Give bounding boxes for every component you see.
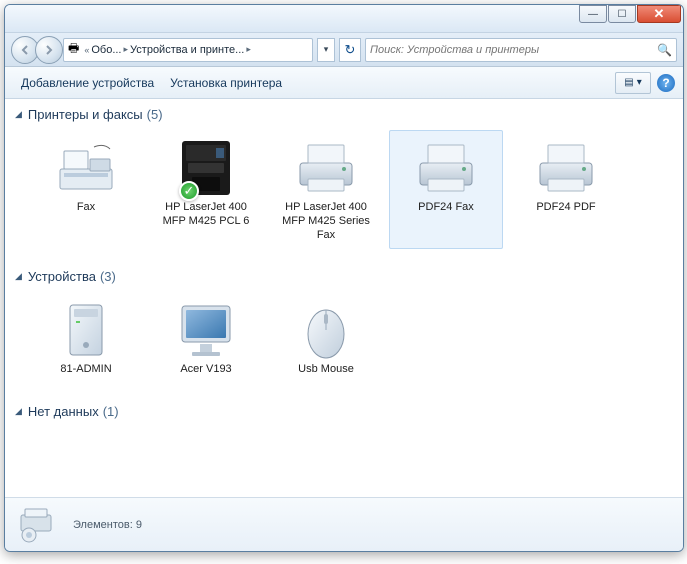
chevron-down-icon: ▾ (637, 77, 642, 88)
group-items: 81-ADMIN Acer V193 Usb Mouse (5, 288, 667, 388)
group-count: (1) (103, 404, 119, 419)
maximize-button[interactable]: ☐ (608, 5, 636, 23)
pc-icon (51, 299, 121, 361)
device-label: Usb Mouse (298, 363, 354, 377)
search-icon[interactable]: 🔍 (657, 43, 672, 57)
breadcrumb-current[interactable]: Устройства и принте... (130, 44, 244, 56)
device-item[interactable]: ✓HP LaserJet 400 MFP M425 PCL 6 (149, 130, 263, 249)
chevron-left-icon: « (84, 45, 89, 55)
history-dropdown-button[interactable]: ▾ (317, 38, 335, 62)
mfp-icon: ✓ (171, 137, 241, 199)
device-label: Acer V193 (180, 363, 231, 377)
add-printer-button[interactable]: Установка принтера (162, 72, 290, 94)
fax-icon (51, 137, 121, 199)
printer-icon (291, 137, 361, 199)
group-header[interactable]: ◢ Устройства (3) (5, 265, 667, 288)
group-title: Принтеры и факсы (28, 107, 143, 122)
close-button[interactable]: ✕ (637, 5, 681, 23)
refresh-button[interactable]: ↻ (339, 38, 361, 62)
group-header[interactable]: ◢ Нет данных (1) (5, 400, 667, 423)
printer-icon (411, 137, 481, 199)
minimize-button[interactable]: — (579, 5, 607, 23)
address-bar: 🖶 « Обо... ▸ Устройства и принте... ▸ ▾ … (5, 33, 683, 67)
mouse-icon (291, 299, 361, 361)
view-icon: ▤ (624, 77, 633, 88)
printer-icon (531, 137, 601, 199)
device-item[interactable]: 81-ADMIN (29, 292, 143, 384)
group: ◢ Нет данных (1) (5, 396, 667, 431)
group-title: Устройства (28, 269, 96, 284)
nav-buttons (11, 36, 59, 64)
group-title: Нет данных (28, 404, 99, 419)
collapse-icon: ◢ (15, 271, 22, 282)
group-count: (5) (147, 107, 163, 122)
device-item[interactable]: PDF24 PDF (509, 130, 623, 249)
device-label: 81-ADMIN (60, 363, 111, 377)
device-label: Fax (77, 201, 95, 215)
devices-icon: 🖶 (68, 39, 79, 60)
breadcrumb-root[interactable]: Обо... (91, 44, 121, 56)
group-header[interactable]: ◢ Принтеры и факсы (5) (5, 103, 667, 126)
toolbar: Добавление устройства Установка принтера… (5, 67, 683, 99)
chevron-right-icon: ▸ (246, 44, 251, 55)
titlebar: — ☐ ✕ (5, 5, 683, 33)
monitor-icon (171, 299, 241, 361)
help-button[interactable]: ? (657, 74, 675, 92)
forward-button[interactable] (35, 36, 63, 64)
default-check-icon: ✓ (179, 181, 199, 201)
collapse-icon: ◢ (15, 109, 22, 120)
device-item[interactable]: Usb Mouse (269, 292, 383, 384)
search-input[interactable] (370, 44, 657, 56)
device-item[interactable]: PDF24 Fax (389, 130, 503, 249)
breadcrumb[interactable]: 🖶 « Обо... ▸ Устройства и принте... ▸ (63, 38, 313, 62)
status-icon (15, 505, 61, 545)
device-item[interactable]: Acer V193 (149, 292, 263, 384)
view-options-button[interactable]: ▤▾ (615, 72, 651, 94)
group: ◢ Устройства (3) 81-ADMIN Acer V193 Usb Mouse (5, 261, 667, 396)
group-count: (3) (100, 269, 116, 284)
collapse-icon: ◢ (15, 406, 22, 417)
search-box: 🔍 (365, 38, 677, 62)
explorer-window: — ☐ ✕ 🖶 « Обо... ▸ Устройства и принте..… (4, 4, 684, 552)
content-area: ◢Принтеры и факсы(5)Fax✓HP LaserJet 400 … (5, 99, 683, 497)
device-item[interactable]: HP LaserJet 400 MFP M425 Series Fax (269, 130, 383, 249)
chevron-right-icon: ▸ (124, 44, 129, 55)
add-device-button[interactable]: Добавление устройства (13, 72, 162, 94)
device-label: PDF24 Fax (418, 201, 474, 215)
group: ◢Принтеры и факсы(5)Fax✓HP LaserJet 400 … (5, 99, 667, 261)
device-label: HP LaserJet 400 MFP M425 Series Fax (272, 201, 380, 242)
status-text: Элементов: 9 (73, 519, 142, 531)
device-item[interactable]: Fax (29, 130, 143, 249)
device-label: HP LaserJet 400 MFP M425 PCL 6 (152, 201, 260, 229)
group-items: Fax✓HP LaserJet 400 MFP M425 PCL 6HP Las… (5, 126, 667, 253)
status-bar: Элементов: 9 (5, 497, 683, 551)
device-label: PDF24 PDF (536, 201, 595, 215)
